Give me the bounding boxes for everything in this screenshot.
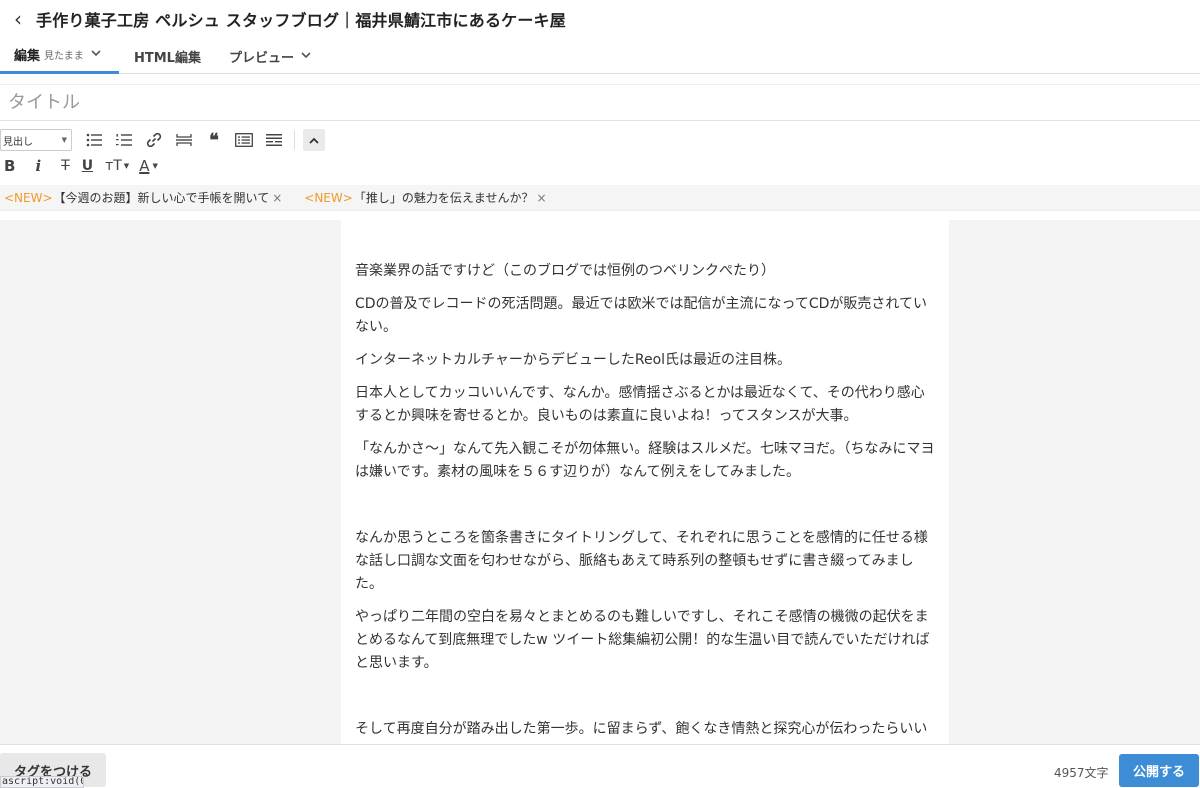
empty-paragraph: [355, 494, 935, 517]
browser-status-bar: ascript:void(0): [0, 776, 84, 788]
editor-content-area[interactable]: 音楽業界の話ですけど（このブログでは恒例のつベリンクぺたり） CDの普及でレコー…: [341, 220, 949, 744]
paragraph: やっぱり二年間の空白を易々とまとめるのも難しいですし、それこそ感情の機微の起伏を…: [355, 609, 930, 671]
title-input[interactable]: [0, 84, 1200, 121]
font-color-label: A: [139, 157, 150, 175]
paragraph-last: そして再度自分が踏み出した第一歩。に留まらず、飽くなき情熱と探究心が伝わったらい…: [355, 718, 935, 744]
font-color-button[interactable]: A ▼: [139, 155, 158, 177]
paragraph: 「なんかさ〜」なんて先入観こそが勿体無い。経験はスルメだ。七味マヨだ。（ちなみに…: [355, 441, 935, 480]
tab-edit[interactable]: 編集 見たまま: [0, 38, 119, 74]
header: ‹ 手作り菓子工房 ペルシュ スタッフブログ｜福井県鯖江市にあるケーキ屋: [0, 0, 1200, 38]
announcement-bar: <NEW> 【今週のお題】新しい心で手帳を開いて × <NEW> 「推し」の魅力…: [0, 185, 1200, 211]
horizontal-rule-icon[interactable]: [172, 129, 196, 151]
new-badge: <NEW>: [4, 190, 53, 205]
close-icon[interactable]: ×: [272, 191, 282, 205]
dropdown-arrow-icon: ▼: [152, 162, 158, 170]
bulleted-list-icon[interactable]: [82, 129, 106, 151]
paragraph: 日本人としてカッコいいんです、なんか。感情揺さぶるとかは最近なくて、その代わり感…: [355, 385, 925, 424]
announcement-link[interactable]: 【今週のお題】新しい心で手帳を開いて: [54, 189, 270, 206]
numbered-list-icon[interactable]: [112, 129, 136, 151]
tab-html-label: HTML編集: [134, 50, 201, 66]
chevron-down-icon: [301, 51, 311, 62]
heading-select-value: 見出し: [3, 136, 33, 148]
toolbar-divider: [294, 130, 295, 150]
font-size-button[interactable]: тT ▼: [105, 155, 129, 177]
dropdown-arrow-icon: ▼: [123, 162, 130, 170]
underline-button[interactable]: U: [82, 155, 93, 177]
chevron-down-icon: [91, 49, 101, 60]
table-of-contents-icon[interactable]: [232, 129, 256, 151]
announcement-item: <NEW> 「推し」の魅力を伝えませんか？ ×: [304, 189, 546, 206]
collapse-toolbar-icon[interactable]: [303, 129, 325, 151]
font-size-label: тT: [105, 158, 122, 174]
announcement-item: <NEW> 【今週のお題】新しい心で手帳を開いて ×: [4, 189, 282, 206]
announcement-link[interactable]: 「推し」の魅力を伝えませんか？: [354, 189, 534, 206]
paragraph: インターネットカルチャーからデビューしたReol氏は最近の注目株。: [355, 352, 792, 368]
tab-preview-label: プレビュー: [228, 50, 294, 66]
footer-bar: タグをつける 4957文字 公開する: [0, 744, 1200, 788]
editor-toolbar-row2: B i T U тT ▼ A ▼: [0, 154, 168, 178]
paragraph-last-text: そして再度自分が踏み出した第一歩。に留まらず、飽くなき情熱と探究心が伝わったらい…: [355, 721, 928, 737]
paragraph: なんか思うところを箇条書きにタイトリングして、それぞれに思うことを感情的に任せる…: [355, 530, 928, 592]
paragraph: 音楽業界の話ですけど（このブログでは恒例のつベリンクぺたり）: [355, 263, 775, 279]
blog-title: 手作り菓子工房 ペルシュ スタッフブログ｜福井県鯖江市にあるケーキ屋: [36, 11, 566, 30]
character-count: 4957文字: [1054, 766, 1109, 780]
bold-button[interactable]: B: [4, 155, 15, 177]
publish-button[interactable]: 公開する: [1119, 754, 1199, 787]
italic-button[interactable]: i: [35, 155, 41, 177]
tab-preview[interactable]: プレビュー: [215, 38, 325, 74]
tab-html-edit[interactable]: HTML編集: [119, 38, 215, 74]
heading-select[interactable]: 見出し ▼: [0, 129, 72, 151]
editor-mode-tabs: 編集 見たまま HTML編集 プレビュー: [0, 38, 1200, 74]
quote-icon[interactable]: ❝: [202, 129, 226, 151]
paragraph: CDの普及でレコードの死活問題。最近では欧米では配信が主流になってCDが販売され…: [355, 296, 927, 335]
read-more-icon[interactable]: [262, 129, 286, 151]
empty-paragraph: [355, 685, 935, 708]
link-icon[interactable]: [142, 129, 166, 151]
new-badge: <NEW>: [304, 190, 353, 205]
tab-edit-sublabel: 見たまま: [44, 51, 84, 62]
strikethrough-button[interactable]: T: [61, 155, 70, 177]
back-arrow-icon[interactable]: ‹: [0, 0, 36, 38]
dropdown-arrow-icon: ▼: [61, 136, 67, 144]
editor-toolbar-row1: 見出し ▼ ❝: [0, 128, 325, 152]
tab-edit-label: 編集: [14, 49, 41, 64]
close-icon[interactable]: ×: [536, 191, 546, 205]
